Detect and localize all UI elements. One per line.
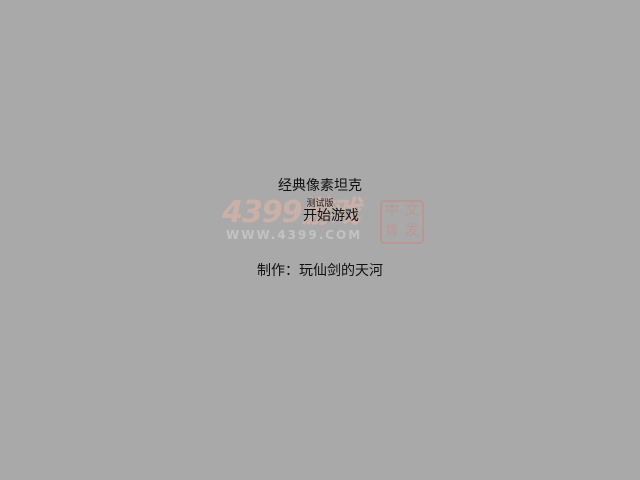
credits-text: 制作：玩仙剑的天河	[257, 263, 383, 279]
game-start-screen: 4399游戏 WWW.4399.COM 中 文 肯 发 经典像素坦克 测试版 开…	[0, 0, 640, 480]
start-game-button[interactable]: 开始游戏	[286, 206, 376, 224]
seal-char: 发	[405, 223, 419, 239]
watermark-url: WWW.4399.COM	[226, 228, 363, 242]
seal-char: 肯	[385, 223, 399, 239]
game-title: 经典像素坦克	[278, 178, 362, 194]
